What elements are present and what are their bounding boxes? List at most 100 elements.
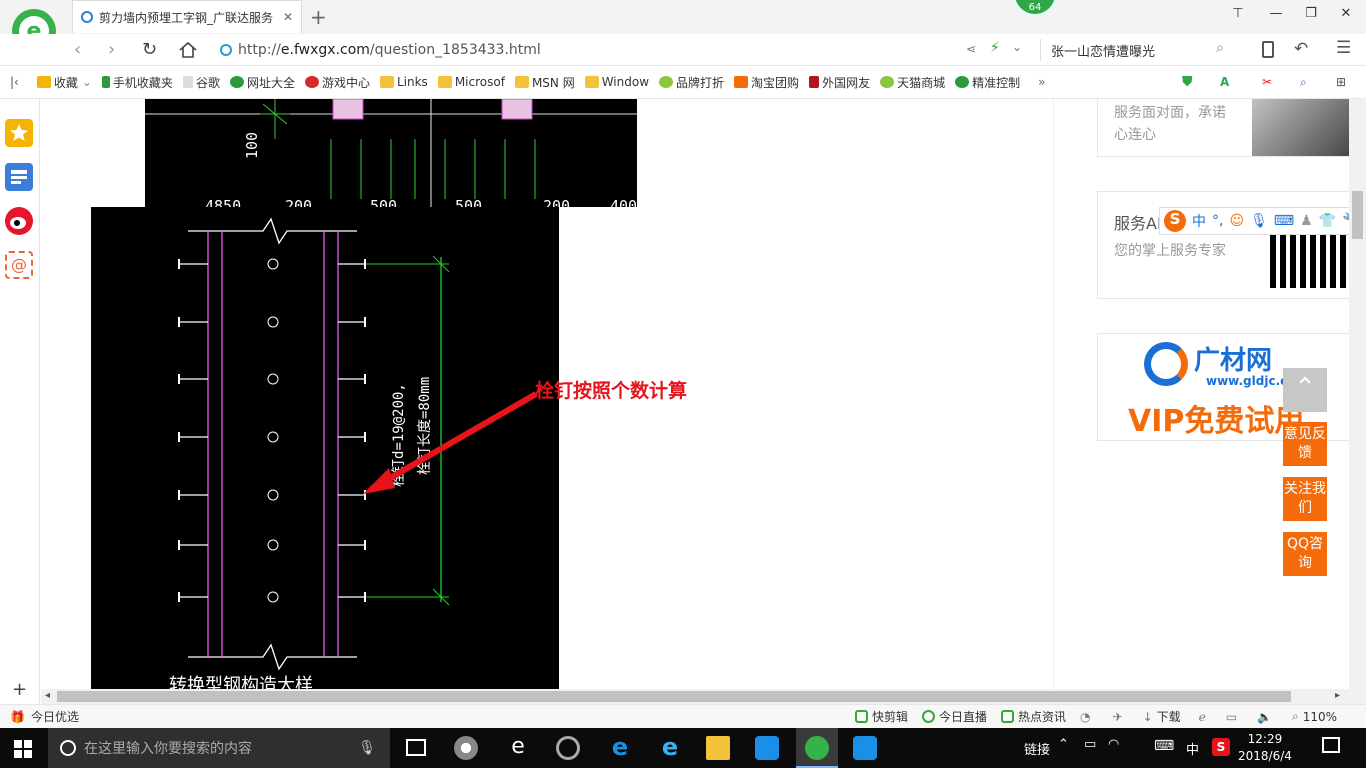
edge-legacy-icon[interactable]: e <box>506 736 530 760</box>
add-sidebar-button[interactable]: + <box>12 679 27 700</box>
quick-cut-item[interactable]: 快剪辑 <box>854 708 908 725</box>
bookmark-item[interactable]: 手机收藏夹 <box>101 74 173 91</box>
lightning-icon[interactable]: ⚡ <box>990 40 1000 56</box>
remote-app-icon[interactable] <box>853 736 877 760</box>
tray-chevron-up-icon[interactable]: ⌃ <box>1058 737 1069 752</box>
speed-icon[interactable]: ◔ <box>1080 710 1090 724</box>
bookmark-item[interactable]: Window <box>584 75 649 89</box>
minimize-button[interactable]: — <box>1266 6 1286 21</box>
microphone-icon[interactable]: 🎙 <box>1250 213 1268 229</box>
sound-icon[interactable]: 🔈 <box>1257 710 1272 724</box>
bookmark-item[interactable]: 网址大全 <box>229 74 295 91</box>
weibo-icon[interactable] <box>5 207 33 235</box>
ie-mode-icon[interactable]: ℯ <box>1199 710 1206 724</box>
follow-us-button[interactable]: 关注我们 <box>1283 477 1327 521</box>
edge-icon[interactable]: e <box>608 735 632 760</box>
magnifier-icon[interactable]: ⌕ <box>1300 75 1307 90</box>
glodon-g-icon[interactable] <box>755 736 779 760</box>
zoom-level[interactable]: 110% <box>1303 710 1337 724</box>
today-picks-link[interactable]: 今日优选 <box>31 708 79 725</box>
360-browser-icon[interactable] <box>805 736 829 760</box>
scissors-icon[interactable]: ✂ <box>1262 75 1272 89</box>
bookmark-item[interactable]: 收藏 ⌄ <box>36 74 92 91</box>
forward-icon[interactable]: › <box>108 39 115 60</box>
emoji-icon[interactable]: ☺ <box>1229 213 1244 229</box>
download-link[interactable]: 下载 <box>1157 708 1181 725</box>
bookmark-item[interactable]: 游戏中心 <box>304 74 370 91</box>
skin-icon[interactable]: 👕 <box>1319 213 1336 229</box>
site-info-icon[interactable] <box>220 44 232 56</box>
search-input[interactable]: 张一山恋情遭曝光 <box>1040 39 1235 61</box>
ie-icon[interactable]: e <box>658 735 682 760</box>
windows-start-icon[interactable] <box>14 740 32 758</box>
maximize-button[interactable]: ❐ <box>1301 6 1321 21</box>
apps-icon[interactable]: ⊞ <box>1336 75 1346 89</box>
zoom-icon[interactable]: ⌕ <box>1292 709 1299 724</box>
back-icon[interactable]: ‹ <box>74 39 81 60</box>
vertical-scrollbar[interactable] <box>1349 99 1366 704</box>
tray-ime[interactable]: 中 <box>1186 739 1199 758</box>
bookmark-item[interactable]: 外国网友 <box>809 74 870 91</box>
mail-icon[interactable]: @ <box>5 251 33 279</box>
horizontal-scrollbar[interactable]: ◂ ▸ <box>41 689 1349 704</box>
battery-icon[interactable]: ▭ <box>1084 737 1096 752</box>
home-icon[interactable] <box>178 41 198 59</box>
shield-icon[interactable]: ⛊ <box>1182 74 1193 90</box>
bookmark-item[interactable]: 品牌打折 <box>659 74 724 91</box>
phone-icon[interactable] <box>1262 41 1274 58</box>
glodon-app-icon[interactable] <box>556 736 580 760</box>
notification-icon[interactable] <box>1322 737 1340 753</box>
window-icon[interactable]: ▭ <box>1226 710 1237 724</box>
bookmarks-more-button[interactable]: » <box>1038 75 1045 89</box>
download-icon[interactable]: ↓ <box>1143 710 1153 724</box>
url-field[interactable]: http://e.fwxgx.com/question_1853433.html <box>220 39 960 61</box>
bookmark-item[interactable]: 淘宝团购 <box>734 74 799 91</box>
speed-badge[interactable]: 64 <box>1013 0 1057 16</box>
feedback-button[interactable]: 意见反馈 <box>1283 422 1327 466</box>
chevron-down-icon[interactable]: ⌄ <box>1012 40 1022 54</box>
bookmark-item[interactable]: 天猫商城 <box>880 74 945 91</box>
vertical-scroll-thumb[interactable] <box>1352 191 1363 239</box>
wifi-icon[interactable]: ◠ <box>1108 737 1119 752</box>
cortana-icon[interactable] <box>60 740 76 756</box>
search-icon[interactable]: ⌕ <box>1216 40 1224 56</box>
undo-icon[interactable]: ↶ <box>1294 39 1308 59</box>
mic-icon[interactable]: 🎙 <box>358 740 376 756</box>
close-tab-icon[interactable]: ✕ <box>283 10 293 24</box>
live-item[interactable]: 今日直播 <box>921 708 987 725</box>
punctuation-icon[interactable]: °, <box>1212 213 1223 229</box>
keyboard-icon[interactable]: ⌨ <box>1274 213 1294 229</box>
bookmark-item[interactable]: Microsof <box>437 75 505 89</box>
favorites-star-icon[interactable] <box>5 119 33 147</box>
close-window-button[interactable]: ✕ <box>1336 6 1356 21</box>
user-icon[interactable]: ♟ <box>1300 213 1313 229</box>
reading-list-icon[interactable] <box>5 163 33 191</box>
scroll-left-arrow-icon[interactable]: ◂ <box>45 690 50 701</box>
service-card[interactable]: 服务面对面，承诺心连心 <box>1097 99 1349 157</box>
share-icon[interactable]: ⋖ <box>966 42 976 56</box>
bookmark-item[interactable]: 谷歌 <box>182 74 220 91</box>
back-to-top-button[interactable]: ⌃ <box>1283 368 1327 412</box>
pinwheel-app-icon[interactable] <box>454 736 478 760</box>
chevron-down-icon[interactable]: ⌄ <box>82 75 92 89</box>
horizontal-scroll-thumb[interactable] <box>57 691 1291 702</box>
accelerate-icon[interactable]: ✈ <box>1113 710 1123 724</box>
qq-consult-button[interactable]: QQ咨询 <box>1283 532 1327 576</box>
translate-icon[interactable]: A <box>1220 75 1229 89</box>
bookmark-item[interactable]: 精准控制 <box>955 74 1020 91</box>
tray-links[interactable]: 链接 <box>1024 739 1050 758</box>
pin-button[interactable]: ⊤ <box>1228 6 1248 21</box>
file-explorer-icon[interactable] <box>706 736 730 760</box>
scroll-right-arrow-icon[interactable]: ▸ <box>1335 690 1340 701</box>
ime-toolbar[interactable]: S 中 °, ☺ 🎙 ⌨ ♟ 👕 🔧 <box>1159 207 1366 235</box>
sogou-icon[interactable]: S <box>1164 210 1186 232</box>
ime-language[interactable]: 中 <box>1192 211 1206 231</box>
collapse-sidebar-icon[interactable]: |‹ <box>10 75 19 89</box>
keyboard-icon[interactable]: ⌨ <box>1154 738 1174 754</box>
new-tab-button[interactable]: + <box>310 5 327 29</box>
taskbar-search-box[interactable]: 在这里输入你要搜索的内容 🎙 <box>48 728 390 768</box>
news-item[interactable]: 热点资讯 <box>1001 708 1066 725</box>
sogou-tray-icon[interactable]: S <box>1212 738 1230 756</box>
browser-tab[interactable]: 剪力墙内预埋工字钢_广联达服务 ✕ <box>72 0 302 33</box>
menu-icon[interactable]: ☰ <box>1336 38 1351 58</box>
